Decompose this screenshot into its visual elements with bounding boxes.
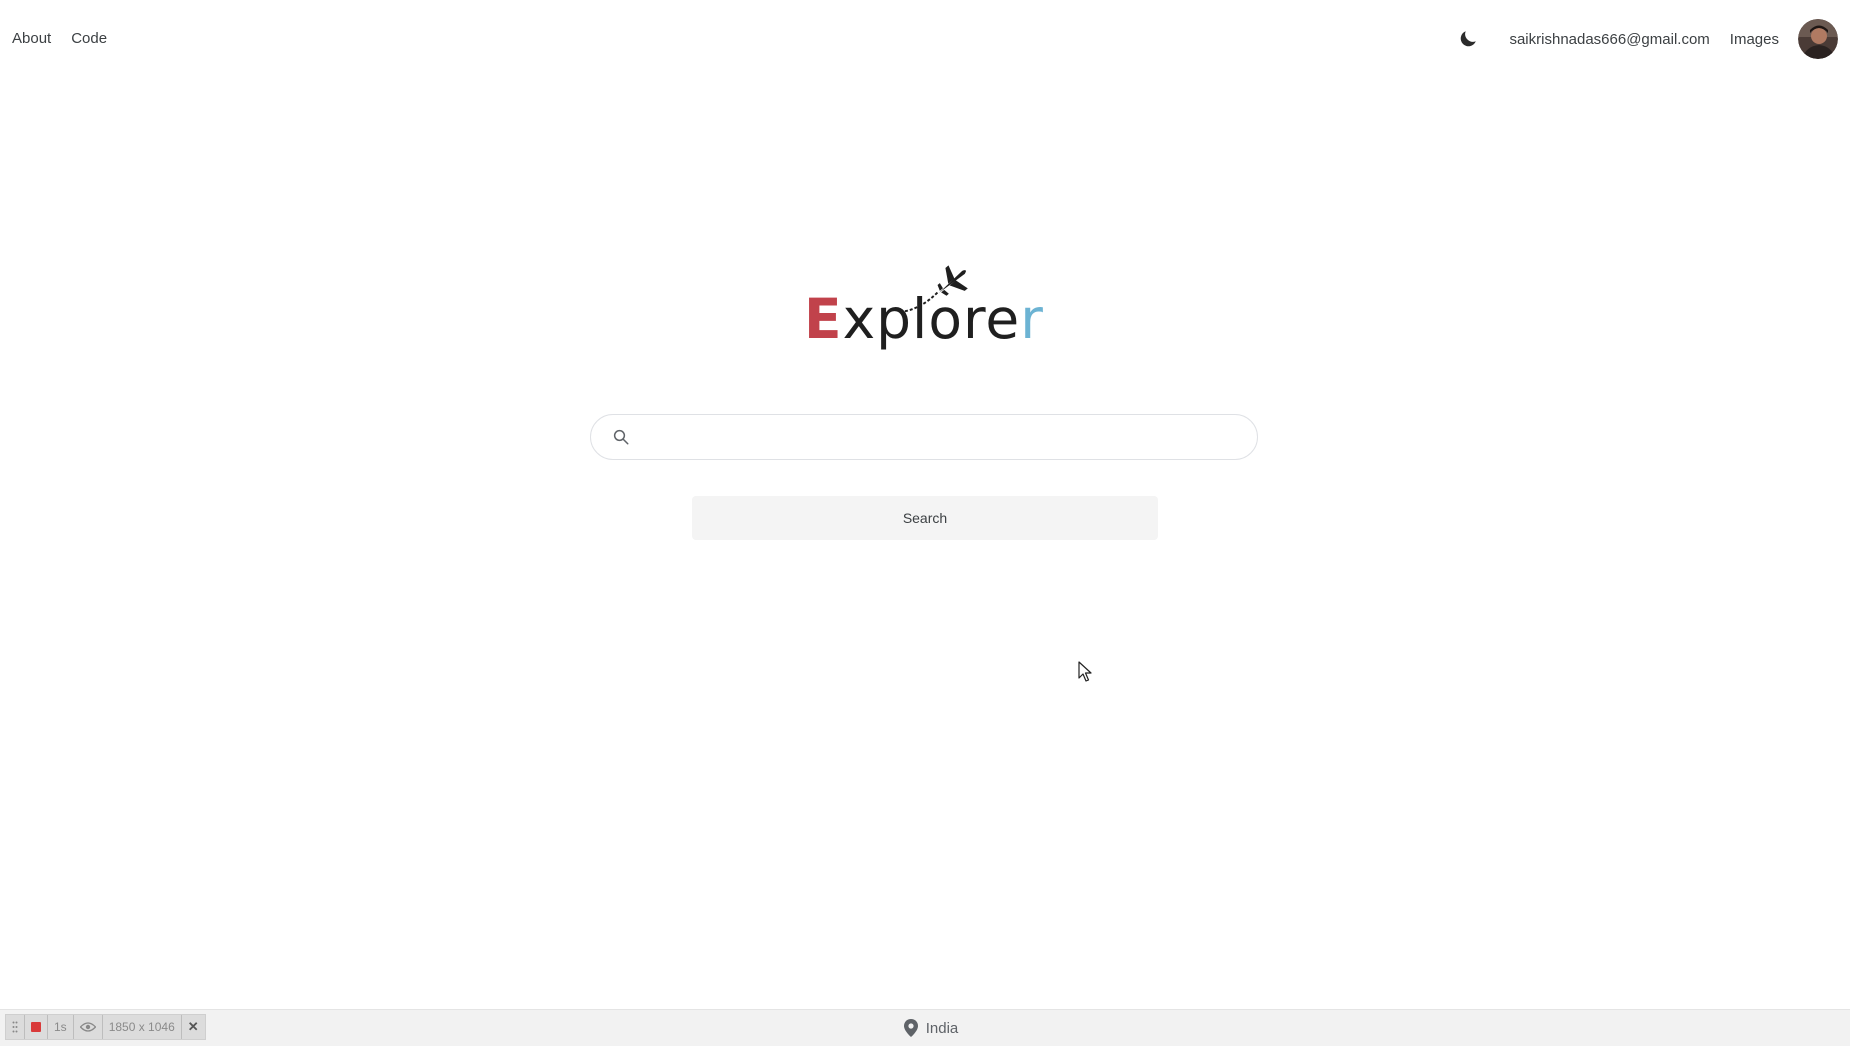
nav-right: saikrishnadas666@gmail.com Images [1455, 19, 1838, 59]
theme-toggle-button[interactable] [1455, 26, 1481, 52]
recorder-interval: 1s [48, 1015, 74, 1039]
airplane-icon [899, 265, 968, 313]
location-pin-icon [903, 1019, 918, 1037]
search-box [590, 414, 1258, 460]
about-link[interactable]: About [12, 30, 51, 47]
moon-icon [1461, 31, 1477, 47]
search-input[interactable] [631, 415, 1257, 459]
code-link[interactable]: Code [71, 30, 107, 47]
screen-recorder-toolbar: 1s 1850 x 1046 ✕ [5, 1014, 206, 1040]
avatar[interactable] [1798, 19, 1838, 59]
stop-icon [31, 1022, 41, 1032]
drag-handle[interactable] [6, 1015, 25, 1039]
nav-left: About Code [12, 30, 107, 47]
drag-handle-icon [12, 1021, 18, 1033]
explorer-logo: Explorer [788, 258, 1048, 368]
mouse-cursor-icon [1078, 661, 1092, 682]
preview-toggle[interactable] [74, 1015, 103, 1039]
eye-icon [79, 1022, 96, 1032]
page: About Code saikrishnadas666@gmail.com Im… [0, 0, 1850, 1046]
close-icon[interactable]: ✕ [182, 1015, 205, 1039]
recorder-dimensions: 1850 x 1046 [103, 1015, 182, 1039]
footer: India 1s 1850 x 1046 ✕ [0, 1009, 1850, 1046]
header: About Code saikrishnadas666@gmail.com Im… [0, 0, 1850, 80]
images-link[interactable]: Images [1730, 31, 1779, 48]
user-avatar-icon [1798, 19, 1838, 59]
location-text: India [925, 1019, 959, 1037]
user-email: saikrishnadas666@gmail.com [1509, 30, 1710, 48]
search-button[interactable]: Search [692, 496, 1158, 540]
footer-location: India [0, 1010, 1850, 1046]
stop-button[interactable] [25, 1015, 48, 1039]
search-icon [611, 427, 631, 447]
